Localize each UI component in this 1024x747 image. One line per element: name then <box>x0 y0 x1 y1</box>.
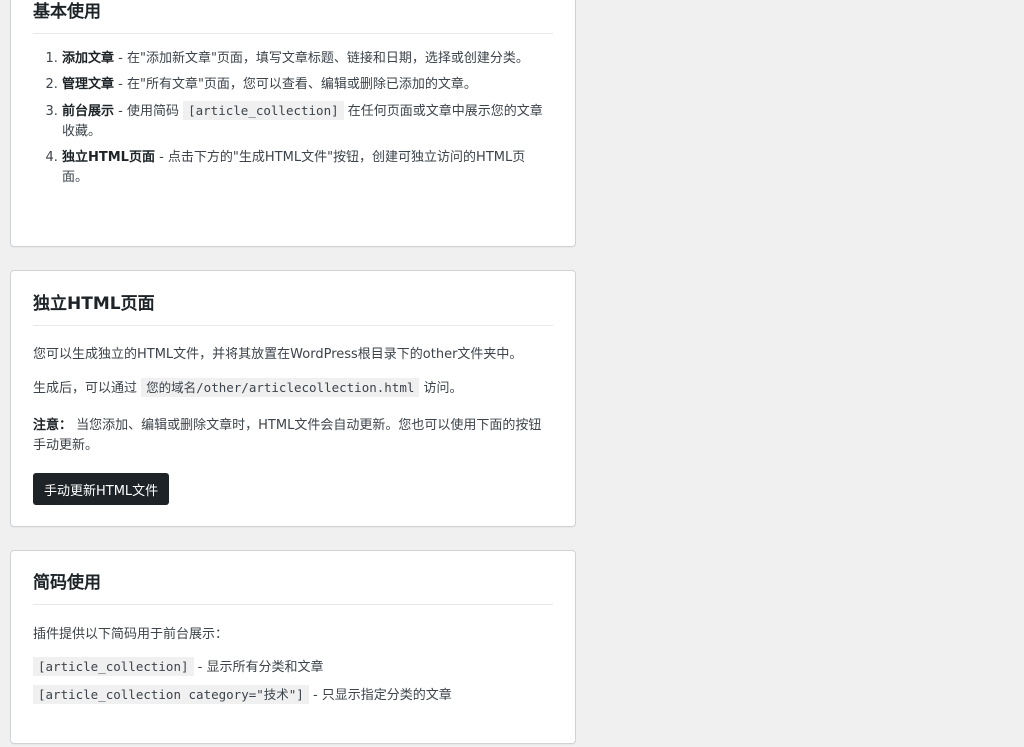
access-text: 生成后，可以通过 <box>33 381 142 396</box>
note-label: 注意： <box>33 418 73 433</box>
shortcode-desc: - 显示所有分类和文章 <box>193 660 324 675</box>
access-url: 您的域名/other/articlecollection.html <box>141 378 420 397</box>
shortcode-item: [article_collection] - 显示所有分类和文章 <box>33 657 551 678</box>
update-html-button[interactable]: 手动更新HTML文件 <box>33 473 170 505</box>
step-text: - 在"所有文章"页面，您可以查看、编辑或删除已添加的文章。 <box>114 77 477 92</box>
step-manage-article: 管理文章 - 在"所有文章"页面，您可以查看、编辑或删除已添加的文章。 <box>62 75 551 95</box>
shortcode-snippet: [article_collection] <box>183 101 344 120</box>
shortcode-intro: 插件提供以下简码用于前台展示： <box>33 627 229 642</box>
step-frontend-display: 前台展示 - 使用简码 [article_collection] 在任何页面或文… <box>62 101 551 142</box>
basic-usage-steps: 添加文章 - 在"添加新文章"页面，填写文章标题、链接和日期，选择或创建分类。 … <box>33 49 551 194</box>
standalone-html-card: 独立HTML页面 您可以生成独立的HTML文件，并将其放置在WordPress根… <box>10 270 576 527</box>
step-standalone-html: 独立HTML页面 - 点击下方的"生成HTML文件"按钮，创建可独立访问的HTM… <box>62 148 551 188</box>
standalone-html-title: 独立HTML页面 <box>33 293 553 326</box>
shortcode-usage-card: 简码使用 插件提供以下简码用于前台展示： [article_collection… <box>10 550 576 744</box>
shortcode-usage-title: 简码使用 <box>33 572 553 605</box>
basic-usage-title: 基本使用 <box>33 1 553 34</box>
shortcode-snippet: [article_collection] <box>33 657 194 676</box>
shortcode-item: [article_collection category="技术"] - 只显示… <box>33 685 551 706</box>
step-text: - 使用简码 <box>114 104 184 119</box>
auto-update-note: 注意： 当您添加、编辑或删除文章时，HTML文件会自动更新。您也可以使用下面的按… <box>33 416 551 456</box>
shortcode-snippet: [article_collection category="技术"] <box>33 685 309 704</box>
basic-usage-card: 基本使用 添加文章 - 在"添加新文章"页面，填写文章标题、链接和日期，选择或创… <box>10 0 576 247</box>
step-text: - 在"添加新文章"页面，填写文章标题、链接和日期，选择或创建分类。 <box>114 51 529 66</box>
note-text: 当您添加、编辑或删除文章时，HTML文件会自动更新。您也可以使用下面的按钮手动更… <box>33 418 542 453</box>
access-text: 访问。 <box>419 381 463 396</box>
step-label: 添加文章 <box>62 51 115 66</box>
step-label: 前台展示 <box>62 104 115 119</box>
standalone-html-intro: 您可以生成独立的HTML文件，并将其放置在WordPress根目录下的other… <box>33 347 523 362</box>
step-label: 独立HTML页面 <box>62 150 155 165</box>
access-info: 生成后，可以通过 您的域名/other/articlecollection.ht… <box>33 378 551 399</box>
step-label: 管理文章 <box>62 77 115 92</box>
shortcode-desc: - 只显示指定分类的文章 <box>308 688 452 703</box>
step-add-article: 添加文章 - 在"添加新文章"页面，填写文章标题、链接和日期，选择或创建分类。 <box>62 49 551 69</box>
